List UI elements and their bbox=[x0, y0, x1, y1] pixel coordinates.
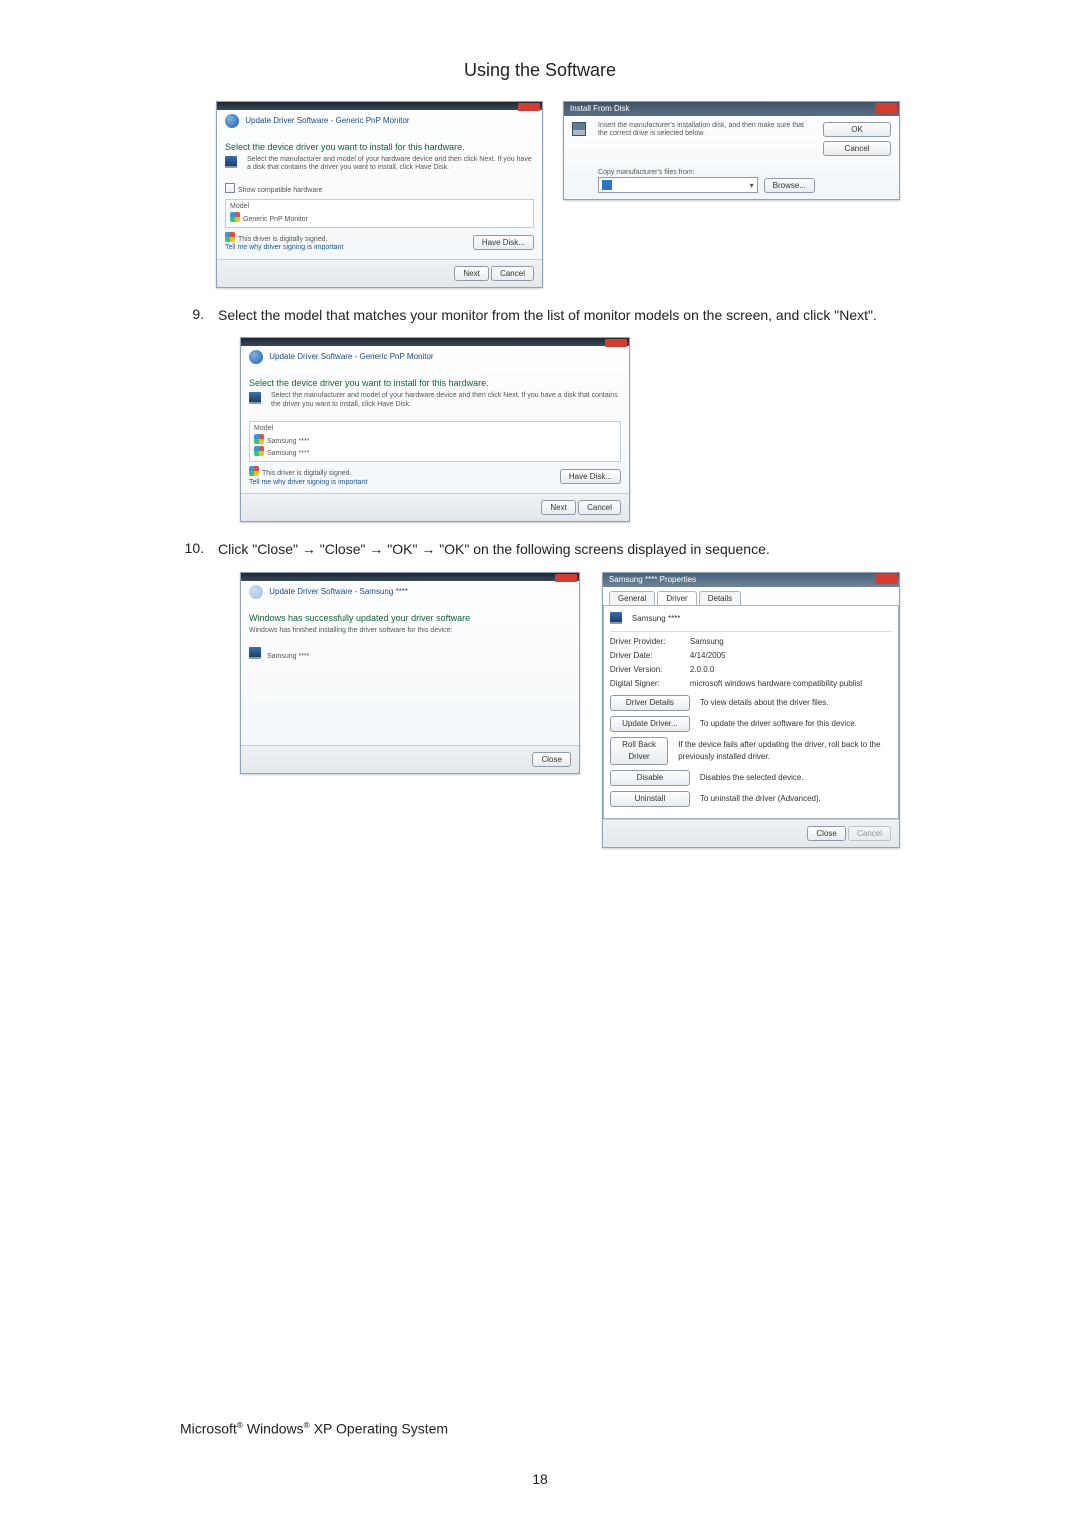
column-header-model: Model bbox=[254, 425, 616, 433]
desc-update: To update the driver software for this d… bbox=[700, 718, 857, 730]
close-button[interactable]: Close bbox=[807, 826, 845, 841]
monitor-icon bbox=[249, 653, 265, 660]
breadcrumb: Update Driver Software - Generic PnP Mon… bbox=[245, 116, 409, 125]
close-button[interactable]: Close bbox=[532, 752, 570, 767]
cancel-button: Cancel bbox=[848, 826, 891, 841]
have-disk-button[interactable]: Have Disk... bbox=[473, 235, 534, 250]
label-provider: Driver Provider: bbox=[610, 636, 682, 648]
window-title: Samsung **** Properties bbox=[609, 575, 696, 584]
signing-link[interactable]: Tell me why driver signing is important bbox=[225, 244, 343, 252]
tab-details[interactable]: Details bbox=[699, 591, 741, 605]
monitor-icon bbox=[610, 612, 626, 627]
step-10: 10. Click "Close" → "Close" → "OK" → "OK… bbox=[180, 540, 900, 560]
chevron-down-icon: ▾ bbox=[750, 181, 754, 190]
value-date: 4/14/2005 bbox=[690, 650, 726, 662]
dialog-title: Windows has successfully updated your dr… bbox=[249, 613, 571, 623]
close-icon[interactable] bbox=[605, 339, 627, 347]
disable-button[interactable]: Disable bbox=[610, 770, 690, 786]
dialog-title: Install From Disk bbox=[570, 104, 630, 113]
cancel-button[interactable]: Cancel bbox=[491, 266, 534, 281]
desc-disable: Disables the selected device. bbox=[700, 772, 804, 784]
breadcrumb: Update Driver Software - Generic PnP Mon… bbox=[269, 352, 433, 361]
section-heading: Using the Software bbox=[180, 60, 900, 81]
monitor-icon bbox=[225, 156, 241, 173]
close-icon[interactable] bbox=[518, 103, 540, 111]
column-header-model: Model bbox=[230, 203, 529, 211]
step-number: 10. bbox=[180, 540, 204, 560]
copy-from-label: Copy manufacturer's files from: bbox=[598, 169, 815, 177]
screenshot-install-from-disk: Install From Disk Insert the manufacture… bbox=[563, 101, 900, 200]
screenshot-monitor-properties: Samsung **** Properties General Driver D… bbox=[602, 572, 900, 848]
roll-back-button[interactable]: Roll Back Driver bbox=[610, 737, 668, 765]
screenshot-select-driver-generic: Update Driver Software - Generic PnP Mon… bbox=[216, 101, 543, 288]
model-option-generic[interactable]: Generic PnP Monitor bbox=[230, 212, 529, 224]
close-icon[interactable] bbox=[875, 103, 897, 113]
show-compatible-checkbox[interactable]: Show compatible hardware bbox=[225, 183, 534, 195]
back-icon[interactable] bbox=[225, 114, 239, 128]
device-name: Samsung **** bbox=[632, 613, 680, 625]
tab-general[interactable]: General bbox=[609, 591, 655, 605]
ok-button[interactable]: OK bbox=[823, 122, 891, 137]
cancel-button[interactable]: Cancel bbox=[578, 500, 621, 515]
label-signer: Digital Signer: bbox=[610, 678, 682, 690]
browse-button[interactable]: Browse... bbox=[764, 178, 815, 193]
device-name: Samsung **** bbox=[267, 653, 309, 660]
update-driver-button[interactable]: Update Driver... bbox=[610, 716, 690, 732]
floppy-icon bbox=[572, 122, 590, 193]
signing-link[interactable]: Tell me why driver signing is important bbox=[249, 479, 367, 487]
driver-details-button[interactable]: Driver Details bbox=[610, 695, 690, 711]
model-option-1[interactable]: Samsung **** bbox=[254, 434, 616, 446]
value-version: 2.0.0.0 bbox=[690, 664, 714, 676]
signed-label: This driver is digitally signed. bbox=[225, 232, 343, 244]
breadcrumb: Update Driver Software - Samsung **** bbox=[269, 587, 408, 596]
next-button[interactable]: Next bbox=[541, 500, 575, 515]
value-signer: microsoft windows hardware compatibility… bbox=[690, 678, 862, 690]
screenshot-update-success: Update Driver Software - Samsung **** Wi… bbox=[240, 572, 580, 774]
model-option-2[interactable]: Samsung **** bbox=[254, 446, 616, 458]
dialog-message: Insert the manufacturer's installation d… bbox=[598, 122, 815, 139]
dialog-description: Select the manufacturer and model of you… bbox=[271, 392, 621, 409]
close-icon[interactable] bbox=[875, 574, 897, 584]
next-button[interactable]: Next bbox=[454, 266, 488, 281]
desc-uninstall: To uninstall the driver (Advanced). bbox=[700, 793, 821, 805]
dialog-description: Select the manufacturer and model of you… bbox=[247, 156, 534, 173]
path-dropdown[interactable]: ▾ bbox=[598, 177, 758, 193]
page-number: 18 bbox=[0, 1471, 1080, 1487]
label-version: Driver Version: bbox=[610, 664, 682, 676]
step-text: Select the model that matches your monit… bbox=[218, 306, 900, 326]
step-number: 9. bbox=[180, 306, 204, 326]
desc-details: To view details about the driver files. bbox=[700, 697, 829, 709]
drive-icon bbox=[602, 180, 612, 190]
step-9: 9. Select the model that matches your mo… bbox=[180, 306, 900, 326]
desc-roll: If the device fails after updating the d… bbox=[678, 739, 892, 763]
value-provider: Samsung bbox=[690, 636, 724, 648]
dialog-subtext: Windows has finished installing the driv… bbox=[249, 627, 571, 635]
uninstall-button[interactable]: Uninstall bbox=[610, 791, 690, 807]
have-disk-button[interactable]: Have Disk... bbox=[560, 469, 621, 484]
close-icon[interactable] bbox=[555, 574, 577, 582]
back-icon[interactable] bbox=[249, 350, 263, 364]
signed-label: This driver is digitally signed. bbox=[249, 466, 367, 478]
monitor-icon bbox=[249, 392, 265, 409]
back-icon bbox=[249, 585, 263, 599]
step-text: Click "Close" → "Close" → "OK" → "OK" on… bbox=[218, 540, 900, 560]
dialog-title: Select the device driver you want to ins… bbox=[225, 142, 534, 152]
dialog-title: Select the device driver you want to ins… bbox=[249, 378, 621, 388]
tab-driver[interactable]: Driver bbox=[657, 591, 696, 605]
label-date: Driver Date: bbox=[610, 650, 682, 662]
cancel-button[interactable]: Cancel bbox=[823, 141, 891, 156]
screenshot-select-driver-samsung: Update Driver Software - Generic PnP Mon… bbox=[240, 337, 630, 522]
next-section-heading: Microsoft® Windows® XP Operating System bbox=[180, 1420, 448, 1437]
